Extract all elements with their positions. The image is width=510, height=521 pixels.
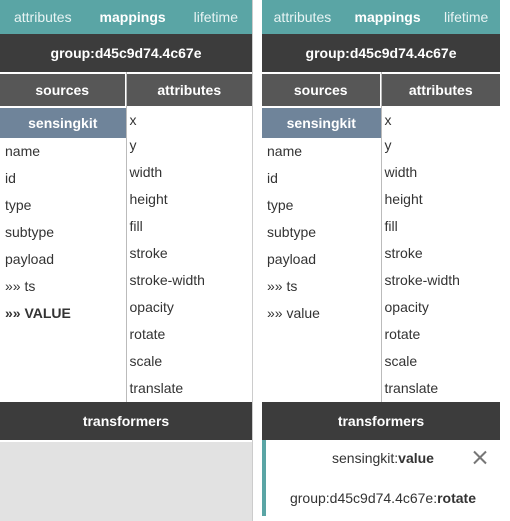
tab-lifetime[interactable]: lifetime	[194, 9, 238, 25]
attribute-item-width[interactable]: width	[382, 159, 501, 186]
tab-mappings[interactable]: mappings	[355, 9, 421, 25]
attributes-column: attributes x y width height fill stroke …	[126, 72, 253, 402]
source-item-subtype[interactable]: subtype	[262, 219, 381, 246]
tab-lifetime[interactable]: lifetime	[444, 9, 488, 25]
source-item-subtype[interactable]: subtype	[0, 219, 126, 246]
attribute-item-fill[interactable]: fill	[127, 213, 253, 240]
attribute-item-height[interactable]: height	[127, 186, 253, 213]
panel-tabs: attributes mappings lifetime	[0, 0, 252, 34]
tab-mappings[interactable]: mappings	[100, 9, 166, 25]
mapping-source-prefix: sensingkit:	[332, 450, 399, 466]
attribute-item-scale[interactable]: scale	[382, 348, 501, 375]
attribute-item-translate[interactable]: translate	[127, 375, 253, 402]
mapping-panel-right: attributes mappings lifetime group:d45c9…	[262, 0, 500, 521]
attribute-item-rotate[interactable]: rotate	[382, 321, 501, 348]
mapping-source: sensingkit:value	[266, 450, 500, 466]
attribute-item-scale[interactable]: scale	[127, 348, 253, 375]
attribute-item-opacity[interactable]: opacity	[127, 294, 253, 321]
source-item-type[interactable]: type	[0, 192, 126, 219]
mapping-panel-left: attributes mappings lifetime group:d45c9…	[0, 0, 253, 521]
attribute-item-x[interactable]: x	[382, 108, 501, 132]
attribute-item-stroke[interactable]: stroke	[127, 240, 253, 267]
close-x-icon[interactable]	[470, 448, 490, 468]
source-item-name[interactable]: name	[262, 138, 381, 165]
panel-tabs: attributes mappings lifetime	[262, 0, 500, 34]
transformers-empty-area	[0, 442, 252, 521]
attribute-item-stroke-width[interactable]: stroke-width	[382, 267, 501, 294]
tab-attributes[interactable]: attributes	[274, 9, 332, 25]
attributes-header: attributes	[381, 74, 500, 106]
source-name[interactable]: sensingkit	[262, 108, 381, 138]
mapping-target-field: rotate	[437, 490, 477, 506]
source-item-id[interactable]: id	[0, 165, 126, 192]
attribute-item-rotate[interactable]: rotate	[127, 321, 253, 348]
sources-header: sources	[262, 74, 380, 106]
source-name[interactable]: sensingkit	[0, 108, 126, 138]
attribute-item-y[interactable]: y	[127, 132, 253, 159]
sources-column: sources sensingkit name id type subtype …	[262, 72, 382, 402]
source-item-type[interactable]: type	[262, 192, 381, 219]
source-item-value[interactable]: »» value	[262, 300, 381, 327]
tab-attributes[interactable]: attributes	[14, 9, 72, 25]
transformers-header: transformers	[0, 402, 252, 440]
mapping-columns: sources sensingkit name id type subtype …	[262, 72, 500, 402]
source-item-id[interactable]: id	[262, 165, 381, 192]
source-item-value[interactable]: »» VALUE	[0, 300, 126, 327]
group-title: group:d45c9d74.4c67e	[262, 34, 500, 72]
attribute-item-opacity[interactable]: opacity	[382, 294, 501, 321]
transformers-header: transformers	[262, 402, 500, 440]
attributes-header: attributes	[126, 74, 252, 106]
group-title: group:d45c9d74.4c67e	[0, 34, 252, 72]
sources-header: sources	[0, 74, 125, 106]
attribute-item-stroke[interactable]: stroke	[382, 240, 501, 267]
attributes-column: attributes x y width height fill stroke …	[381, 72, 501, 402]
source-item-ts[interactable]: »» ts	[0, 273, 126, 300]
mapping-columns: sources sensingkit name id type subtype …	[0, 72, 252, 402]
attribute-item-height[interactable]: height	[382, 186, 501, 213]
source-item-name[interactable]: name	[0, 138, 126, 165]
transformer-mapping: sensingkit:value group:d45c9d74.4c67e:ro…	[262, 440, 500, 516]
mapping-target: group:d45c9d74.4c67e:rotate	[266, 490, 500, 506]
attribute-item-y[interactable]: y	[382, 132, 501, 159]
attribute-item-x[interactable]: x	[127, 108, 253, 132]
source-item-ts[interactable]: »» ts	[262, 273, 381, 300]
source-item-payload[interactable]: payload	[0, 246, 126, 273]
attribute-item-width[interactable]: width	[127, 159, 253, 186]
attribute-item-translate[interactable]: translate	[382, 375, 501, 402]
source-item-payload[interactable]: payload	[262, 246, 381, 273]
mapping-target-prefix: group:d45c9d74.4c67e:	[289, 490, 438, 506]
attribute-item-fill[interactable]: fill	[382, 213, 501, 240]
mapping-source-field: value	[398, 450, 434, 466]
attribute-item-stroke-width[interactable]: stroke-width	[127, 267, 253, 294]
sources-column: sources sensingkit name id type subtype …	[0, 72, 127, 402]
